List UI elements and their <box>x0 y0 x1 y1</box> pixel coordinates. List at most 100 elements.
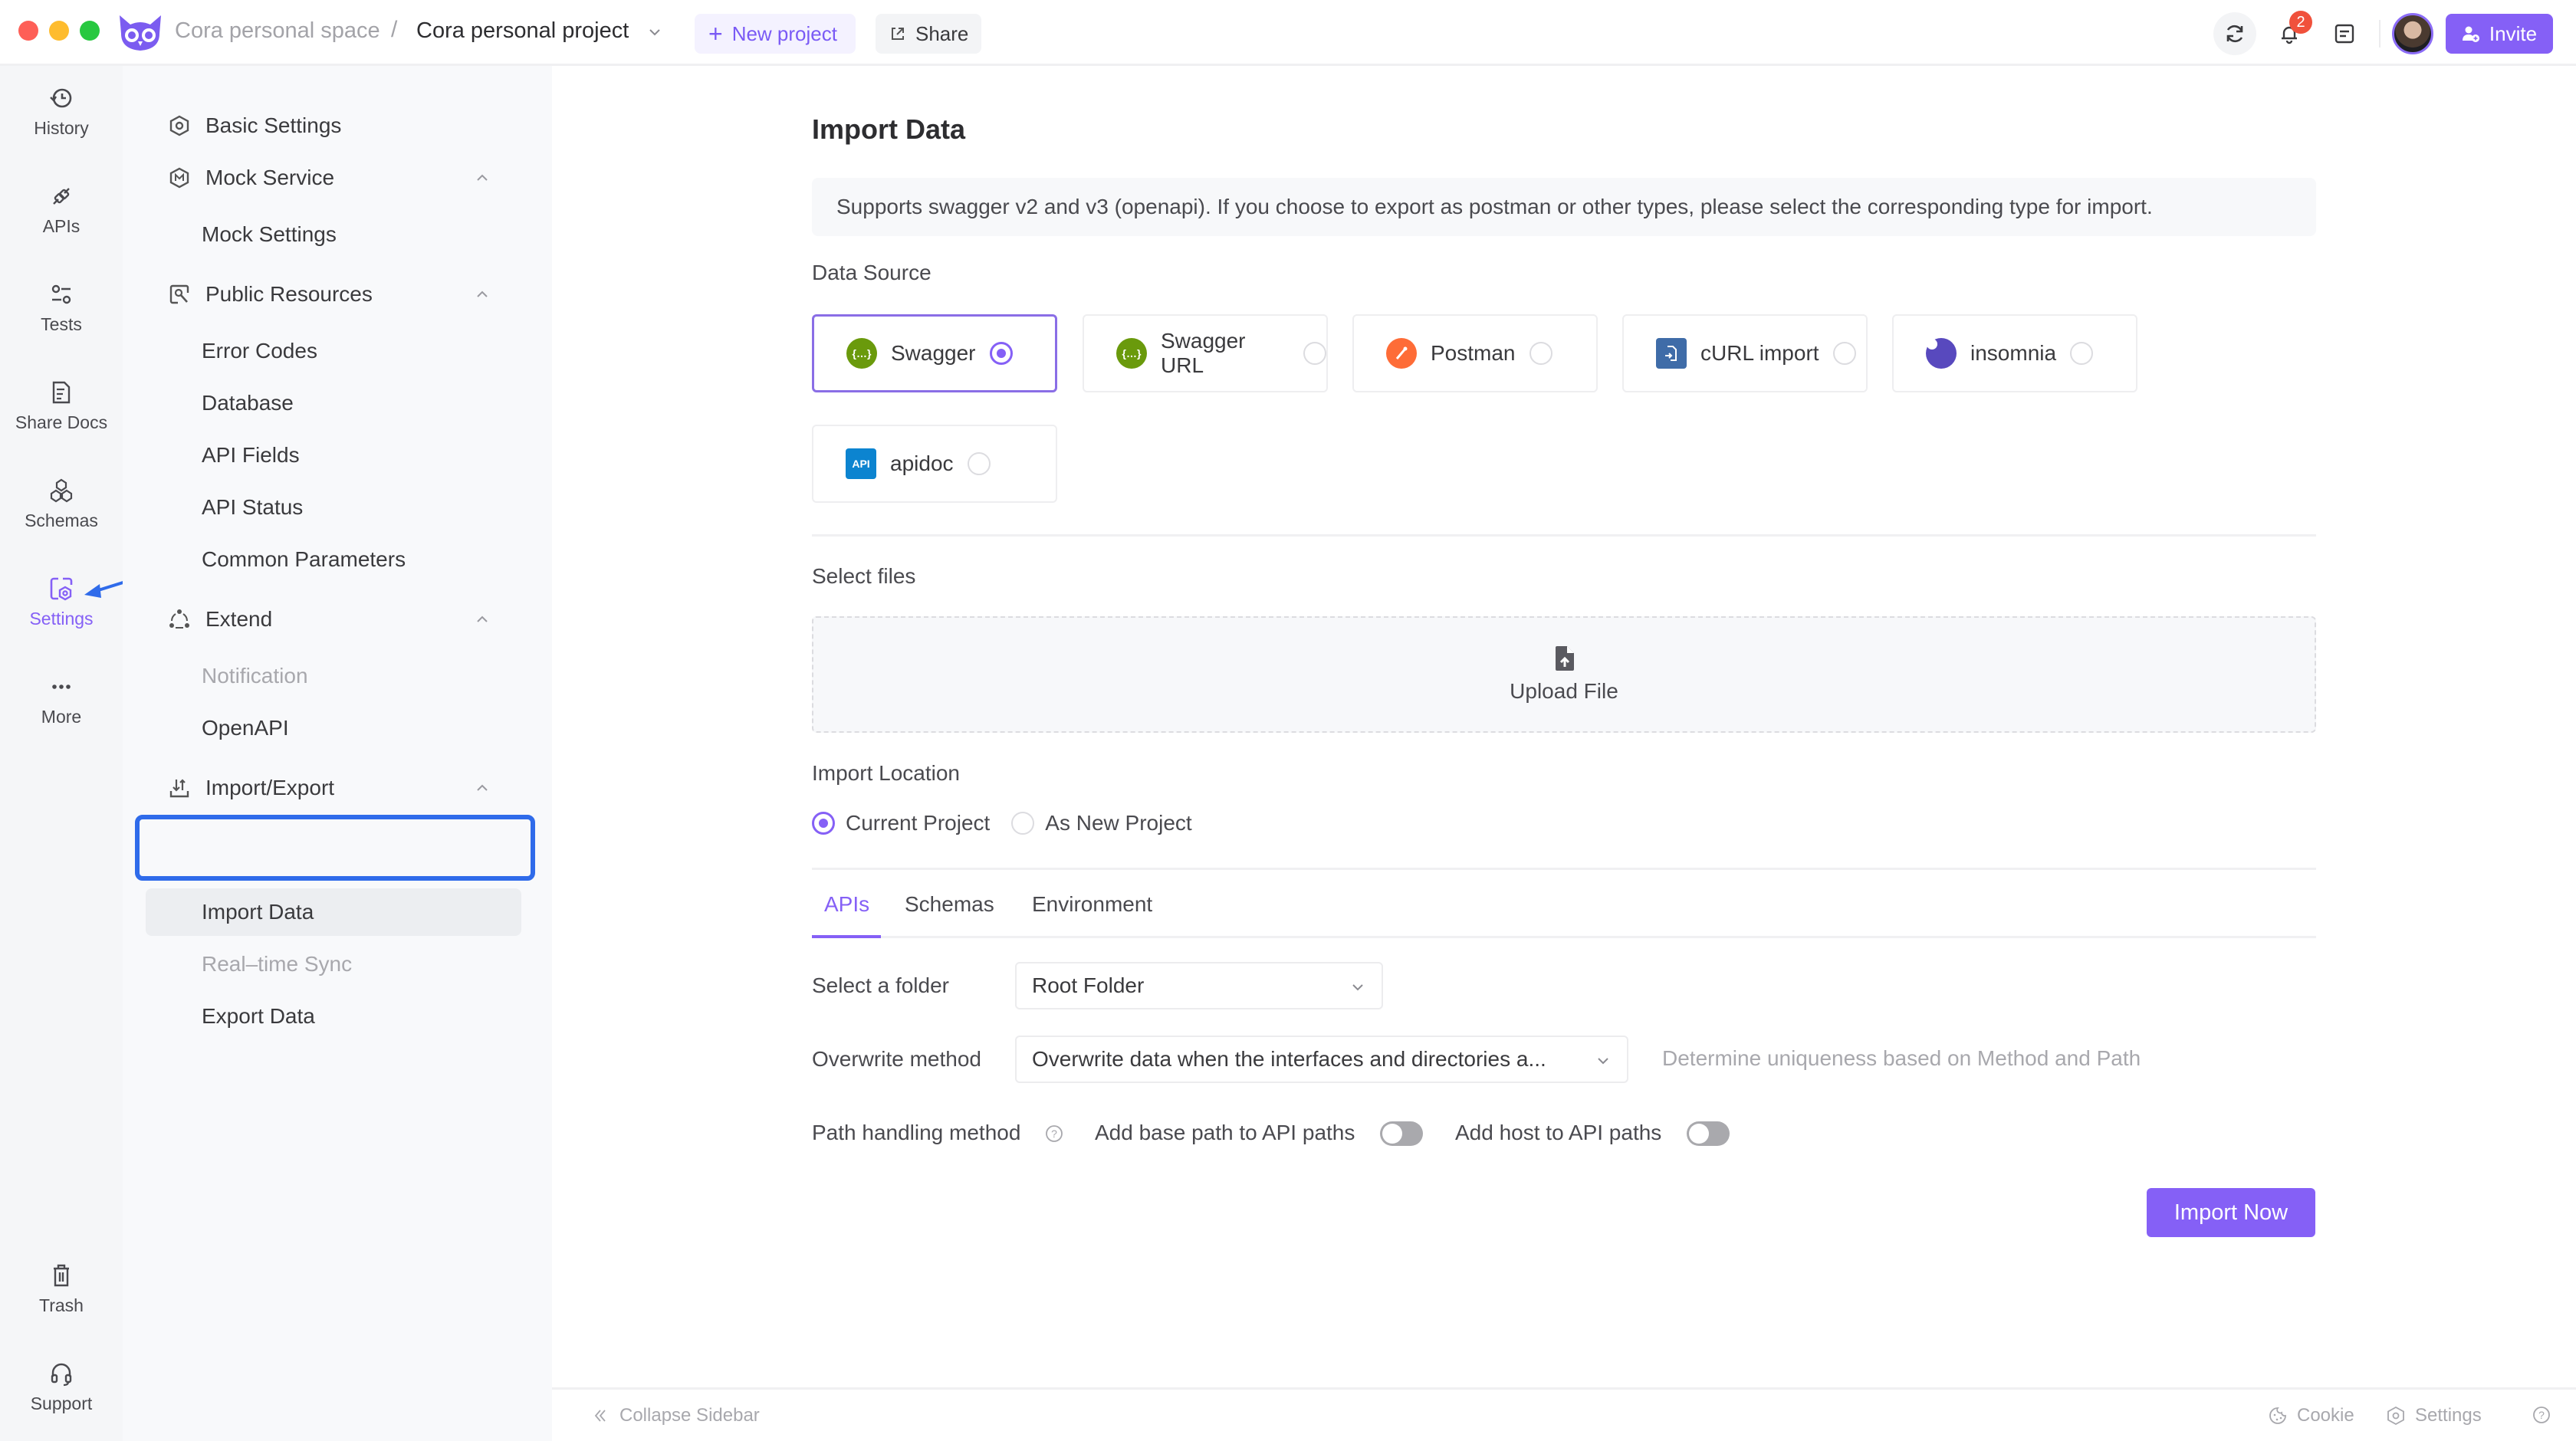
rail-label: Trash <box>39 1295 84 1315</box>
sidebar-item-api-status[interactable]: API Status <box>202 495 303 520</box>
double-chevron-left-icon <box>594 1410 606 1422</box>
upload-label: Upload File <box>1510 679 1618 703</box>
svg-text:?: ? <box>1051 1128 1057 1140</box>
overwrite-select-value: Overwrite data when the interfaces and d… <box>1032 1047 1546 1071</box>
sidebar-item-realtime-sync[interactable]: Real–time Sync <box>202 952 352 977</box>
active-tab-indicator <box>812 935 881 938</box>
sidebar-group-mock-service[interactable]: Mock Service <box>169 166 552 190</box>
overwrite-hint: Determine uniqueness based on Method and… <box>1662 1046 2141 1070</box>
more-icon <box>52 684 71 689</box>
import-tabs: APIs Schemas Environment <box>812 889 2316 938</box>
new-project-button[interactable]: + New project <box>695 14 856 54</box>
file-upload-icon <box>1556 646 1574 671</box>
rail-item-more[interactable]: More <box>0 673 123 727</box>
refresh-button[interactable] <box>2213 12 2256 55</box>
source-apidoc[interactable]: API apidoc <box>812 425 1057 503</box>
window-maximize-button[interactable] <box>80 21 100 41</box>
new-project-label: New project <box>731 21 837 45</box>
source-radio[interactable] <box>1832 342 1856 365</box>
tab-environment[interactable]: Environment <box>1032 892 1152 917</box>
help-button[interactable]: ? <box>2532 1405 2551 1425</box>
folder-label: Select a folder <box>812 973 949 997</box>
mock-hexagon-icon <box>169 167 189 189</box>
chevron-up-icon[interactable] <box>474 780 491 796</box>
footer-settings-button[interactable]: Settings <box>2386 1405 2482 1426</box>
chevron-up-icon[interactable] <box>474 611 491 628</box>
sidebar-item-database[interactable]: Database <box>202 391 294 415</box>
trash-icon <box>54 1264 69 1287</box>
tab-apis[interactable]: APIs <box>824 892 869 917</box>
chevron-up-icon[interactable] <box>474 286 491 303</box>
window-close-button[interactable] <box>18 21 38 41</box>
source-insomnia[interactable]: insomnia <box>1892 314 2137 392</box>
annotation-highlight-frame <box>135 815 535 881</box>
source-label: cURL import <box>1700 341 1819 365</box>
source-curl-import[interactable]: cURL import <box>1622 314 1868 392</box>
settings-sidebar: Basic Settings Mock Service Mock Setting… <box>123 66 552 1441</box>
radio-label[interactable]: As New Project <box>1045 811 1191 835</box>
source-postman[interactable]: Postman <box>1352 314 1598 392</box>
cookie-button[interactable]: Cookie <box>2268 1405 2354 1426</box>
settings-icon <box>50 577 73 601</box>
share-button[interactable]: Share <box>876 14 981 54</box>
history-icon <box>50 88 72 108</box>
changelog-button[interactable] <box>2323 12 2366 55</box>
sidebar-item-import-data[interactable]: Import Data <box>202 900 314 924</box>
rail-item-trash[interactable]: Trash <box>0 1262 123 1316</box>
base-path-toggle[interactable] <box>1380 1121 1423 1146</box>
chevron-down-icon[interactable] <box>646 23 664 41</box>
primary-nav-rail: History APIs Tests Share Docs Schemas Se… <box>0 66 123 1441</box>
base-path-label: Add base path to API paths <box>1095 1121 1355 1144</box>
apidoc-icon: API <box>846 448 876 479</box>
rail-item-tests[interactable]: Tests <box>0 281 123 335</box>
radio-new-project[interactable] <box>1011 812 1035 835</box>
window-minimize-button[interactable] <box>49 21 69 41</box>
source-radio[interactable] <box>1303 342 1326 365</box>
source-swagger[interactable]: {…} Swagger <box>812 314 1057 392</box>
tab-schemas[interactable]: Schemas <box>905 892 994 917</box>
host-label: Add host to API paths <box>1455 1121 1662 1144</box>
user-avatar[interactable] <box>2392 13 2433 54</box>
radio-current-project[interactable] <box>812 812 835 835</box>
sidebar-group-import-export[interactable]: Import/Export <box>169 776 552 800</box>
breadcrumb-workspace[interactable]: Cora personal space <box>175 18 380 44</box>
rail-item-apis[interactable]: APIs <box>0 182 123 237</box>
hexagon-gear-icon <box>169 115 189 136</box>
sidebar-item-openapi[interactable]: OpenAPI <box>202 716 289 740</box>
overwrite-select[interactable]: Overwrite data when the interfaces and d… <box>1015 1036 1628 1083</box>
source-radio[interactable] <box>1529 342 1552 365</box>
sidebar-item-export-data[interactable]: Export Data <box>202 1004 315 1029</box>
rail-item-support[interactable]: Support <box>0 1360 123 1414</box>
rail-item-history[interactable]: History <box>0 84 123 139</box>
host-toggle[interactable] <box>1687 1121 1730 1146</box>
source-swagger-url[interactable]: {…} Swagger URL <box>1083 314 1328 392</box>
import-now-button[interactable]: Import Now <box>2147 1188 2315 1237</box>
breadcrumb-project[interactable]: Cora personal project <box>416 18 629 44</box>
sidebar-item-basic-settings[interactable]: Basic Settings <box>169 113 552 138</box>
sidebar-item-api-fields[interactable]: API Fields <box>202 443 300 468</box>
upload-dropzone[interactable]: Upload File <box>812 616 2316 733</box>
source-radio[interactable] <box>2070 342 2094 365</box>
rail-label: Settings <box>29 609 94 629</box>
source-radio[interactable] <box>967 452 991 475</box>
sidebar-group-extend[interactable]: Extend <box>169 607 552 632</box>
sidebar-item-mock-settings[interactable]: Mock Settings <box>202 222 337 247</box>
invite-button[interactable]: Invite <box>2446 14 2553 54</box>
resource-wrench-icon <box>169 284 189 304</box>
collapse-sidebar-button[interactable]: Collapse Sidebar <box>590 1405 760 1426</box>
source-radio[interactable] <box>989 342 1013 365</box>
source-label: Swagger <box>891 341 976 365</box>
rail-item-share-docs[interactable]: Share Docs <box>0 379 123 433</box>
folder-select[interactable]: Root Folder <box>1015 962 1383 1009</box>
sidebar-group-public-resources[interactable]: Public Resources <box>169 282 552 307</box>
curl-file-icon <box>1656 338 1687 369</box>
chevron-up-icon[interactable] <box>474 169 491 186</box>
radio-label[interactable]: Current Project <box>846 811 990 835</box>
sidebar-item-notification[interactable]: Notification <box>202 664 308 688</box>
sidebar-item-common-parameters[interactable]: Common Parameters <box>202 547 406 572</box>
select-files-label: Select files <box>812 564 916 588</box>
help-icon[interactable]: ? <box>1044 1124 1064 1144</box>
rail-item-schemas[interactable]: Schemas <box>0 477 123 531</box>
rail-label: History <box>34 118 89 138</box>
sidebar-item-error-codes[interactable]: Error Codes <box>202 339 317 363</box>
